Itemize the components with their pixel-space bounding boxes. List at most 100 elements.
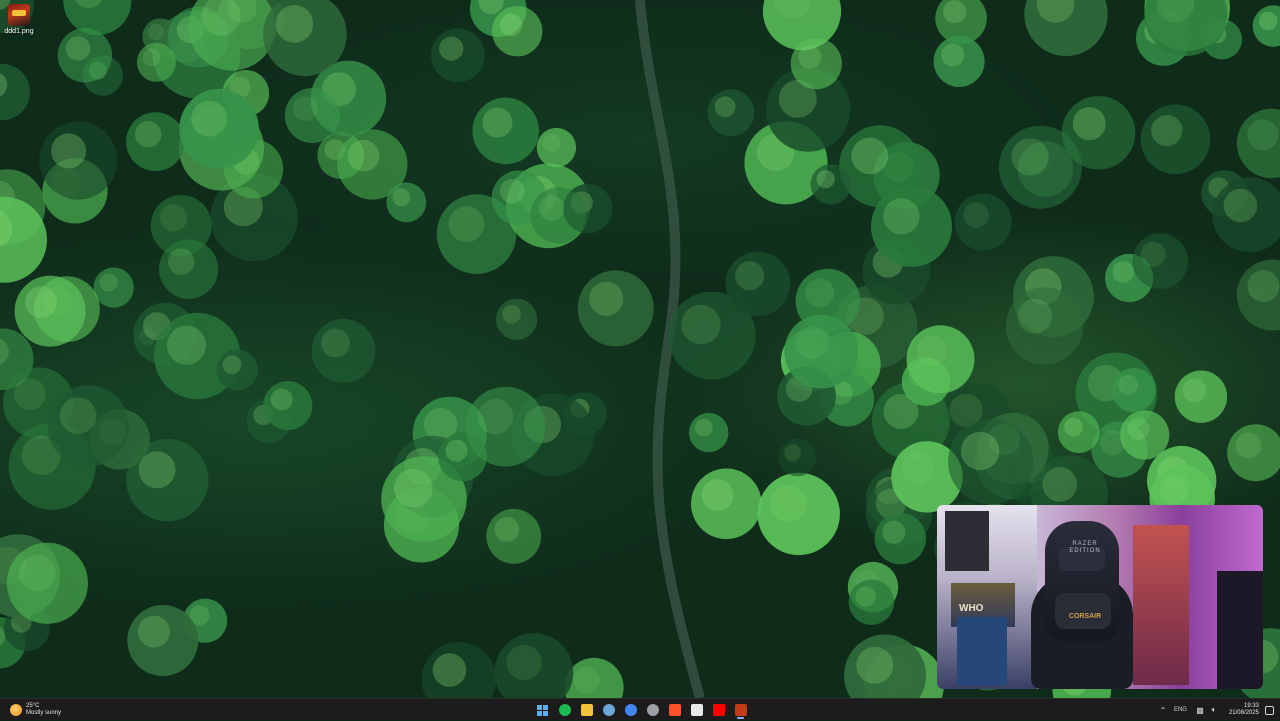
webcam-door [1133,525,1189,685]
tree-highlight [1140,241,1166,267]
taskbar-apps [533,701,750,719]
tree-highlight [477,398,514,435]
tree-highlight [883,198,920,235]
tree-highlight [963,202,989,228]
tree-highlight [448,206,485,243]
image-file-icon [8,4,30,26]
tree-highlight [916,335,948,367]
youtube-icon [712,704,725,716]
speaker-icon[interactable]: 🔈︎ [1207,705,1221,715]
tree-highlight [142,48,161,67]
tree-highlight [392,188,411,207]
chair-brand-text: RAZER EDITION [1069,541,1101,554]
tree-highlight [1072,107,1106,141]
weather-widget[interactable]: 25°C Mostly sunny [10,701,61,719]
taskbar-app-app-gray[interactable] [643,701,662,719]
tree-highlight [1017,298,1053,334]
tree-highlight [1011,138,1049,176]
chair-logo-text: CORSAIR [1068,613,1102,620]
tree-highlight [347,139,380,172]
tree-highlight [222,355,242,375]
tree-highlight [573,666,600,694]
tree-highlight [943,0,967,24]
notification-icon[interactable] [1265,705,1274,715]
tree-highlight [494,517,520,542]
gaming-chair-cushion [1055,593,1111,629]
taskbar-app-image-viewer[interactable] [731,701,750,719]
tree-highlight [1235,432,1262,459]
tree-highlight [784,444,802,462]
tree-highlight [1042,467,1078,502]
tree-highlight [1223,188,1258,223]
tree-highlight [499,13,523,37]
sun-icon [10,704,22,716]
tree-highlight [855,586,876,607]
tree-highlight [506,644,542,681]
app-icon [646,704,659,716]
clock-time: 19:33 [1243,703,1259,709]
taskbar-app-youtube[interactable] [709,701,728,719]
tree-highlight [735,261,765,291]
tree-highlight [1258,11,1278,31]
tree-highlight [538,195,565,221]
taskbar-app-brave[interactable] [665,701,684,719]
tree-highlight [941,43,965,67]
windows-start-icon [537,704,548,716]
tree-highlight [167,248,195,275]
webcam-frame [945,511,989,571]
tree-highlight [1247,270,1280,303]
tree-highlight [798,45,822,69]
taskbar-app-file-explorer[interactable] [577,701,596,719]
taskbar-app-store[interactable] [687,701,706,719]
tree-highlight [502,304,521,324]
tree-highlight [13,378,46,411]
system-tray: ⌃ ENG ▩ 🔈︎ 19:33 21/08/2025 [1156,699,1280,721]
tree-highlight [445,439,468,462]
tree-highlight [137,615,170,648]
tree-highlight [851,137,889,175]
store-icon [690,704,703,716]
tree-highlight [65,36,91,61]
tree-highlight [1118,374,1139,395]
taskbar-app-chrome[interactable] [621,701,640,719]
tree-highlight [769,485,807,523]
tree-highlight [482,107,513,138]
folder-icon [580,704,593,716]
clock[interactable]: 19:33 21/08/2025 [1229,703,1259,717]
tree-highlight [694,418,713,437]
language-indicator[interactable]: ENG [1174,707,1187,713]
tree-highlight [1159,475,1189,505]
tree-highlight [1127,417,1150,440]
webcam-overlay: WHO RAZER EDITION CORSAIR [937,505,1263,689]
tree-highlight [701,479,734,511]
taskbar-app-steam[interactable] [599,701,618,719]
tree-highlight [59,397,97,435]
tree-highlight [439,36,464,61]
spotify-icon [558,704,571,716]
tree-highlight [681,304,721,345]
tree-highlight [589,281,624,316]
brave-icon [668,704,681,716]
chevron-up-icon[interactable]: ⌃ [1156,706,1170,715]
chrome-icon [624,704,637,716]
webcam-panel [1217,571,1263,689]
poster-text: WHO [959,603,984,614]
tree-highlight [882,520,906,544]
tree-highlight [99,273,118,292]
monitor-icon[interactable]: ▩ [1193,706,1207,715]
steam-icon [602,704,615,716]
tree-highlight [159,204,188,232]
taskbar-app-spotify[interactable] [555,701,574,719]
tree-highlight [432,653,467,687]
tree-highlight [1064,417,1083,437]
webcam-box [957,617,1007,685]
taskbar-app-start[interactable] [533,701,552,719]
weather-condition: Mostly sunny [26,710,62,716]
weather-temperature: 25°C [26,703,40,709]
desktop-icon-ddd1[interactable]: ddd1.png [2,4,36,36]
tree-highlight [1112,261,1134,283]
tree-highlight [275,5,314,43]
tree-highlight [167,325,206,365]
tree-highlight [902,451,935,485]
tree-highlight [321,328,350,358]
